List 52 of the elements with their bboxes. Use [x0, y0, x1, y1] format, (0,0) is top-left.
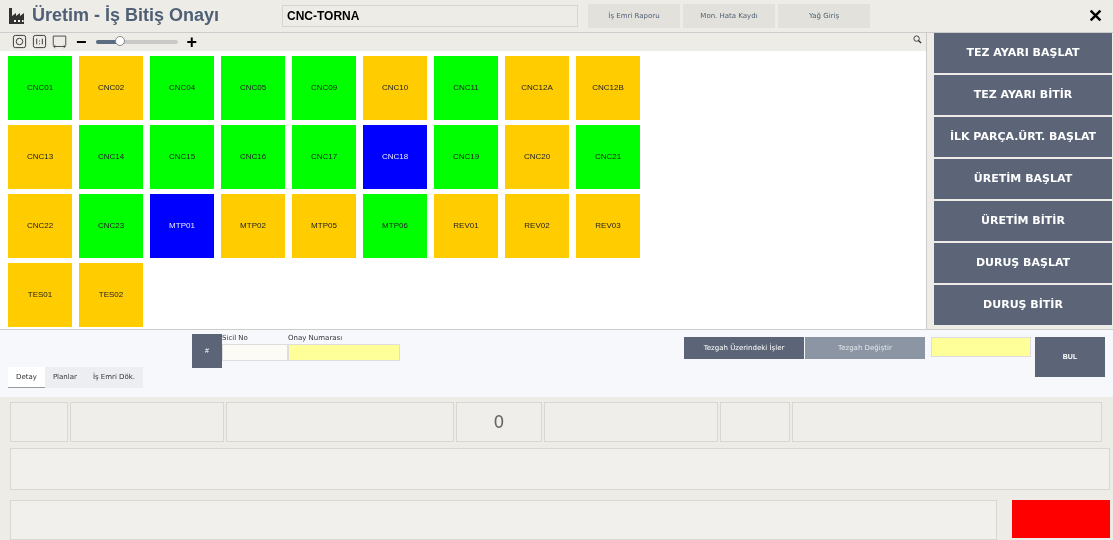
- summary-cell: [720, 402, 790, 443]
- machine-tile[interactable]: MTP01: [150, 193, 214, 258]
- summary-cell: 0: [456, 402, 542, 443]
- machine-tile[interactable]: REV02: [505, 193, 569, 258]
- machine-tile[interactable]: CNC23: [79, 193, 143, 258]
- machine-tile[interactable]: CNC19: [434, 124, 498, 189]
- machine-tile[interactable]: CNC18: [363, 124, 427, 189]
- close-button[interactable]: ✕: [1088, 4, 1103, 27]
- machine-tile[interactable]: CNC20: [505, 124, 569, 189]
- machine-tile[interactable]: REV01: [434, 193, 498, 258]
- window-title: Üretim - İş Bitiş Onayı: [32, 5, 221, 27]
- machine-tile[interactable]: CNC13: [8, 124, 72, 189]
- machine-tile[interactable]: CNC01: [8, 55, 72, 120]
- machine-tile[interactable]: CNC12A: [505, 55, 569, 120]
- machine-tile[interactable]: CNC11: [434, 55, 498, 120]
- search-icon[interactable]: [913, 34, 922, 44]
- fit-width-icon[interactable]: [52, 34, 67, 50]
- machine-tile[interactable]: CNC12B: [576, 55, 640, 120]
- machine-tile[interactable]: MTP02: [221, 193, 285, 258]
- action-button[interactable]: TEZ AYARI BİTİR: [934, 74, 1112, 115]
- zoom-in-button[interactable]: +: [182, 32, 202, 51]
- input-field[interactable]: [222, 343, 288, 361]
- machine-tile[interactable]: TES02: [79, 262, 143, 327]
- zoom-out-button[interactable]: −: [72, 32, 91, 51]
- machine-tile[interactable]: CNC09: [292, 55, 356, 120]
- machine-tile[interactable]: CNC04: [150, 55, 214, 120]
- machine-tile[interactable]: CNC02: [79, 55, 143, 120]
- summary-cell: [10, 402, 68, 443]
- machine-tile[interactable]: REV03: [576, 193, 640, 258]
- machine-tile[interactable]: MTP06: [363, 193, 427, 258]
- machine-tile[interactable]: CNC05: [221, 55, 285, 120]
- machine-tile[interactable]: CNC22: [8, 193, 72, 258]
- machine-tile[interactable]: MTP05: [292, 193, 356, 258]
- machine-tile[interactable]: CNC15: [150, 124, 214, 189]
- action-button[interactable]: TEZ AYARI BAŞLAT: [934, 32, 1112, 73]
- machine-tile[interactable]: CNC14: [79, 124, 143, 189]
- search-field[interactable]: [931, 336, 1031, 357]
- machine-tile[interactable]: CNC10: [363, 55, 427, 120]
- machine-tile[interactable]: CNC17: [292, 124, 356, 189]
- action-button[interactable]: ÜRETİM BAŞLAT: [934, 158, 1112, 199]
- actual-size-icon[interactable]: [32, 34, 47, 50]
- workcenter-field[interactable]: CNC-TORNA: [282, 4, 578, 27]
- action-button[interactable]: DURUŞ BİTİR: [934, 284, 1112, 325]
- fit-icon[interactable]: [12, 34, 27, 50]
- zoom-slider[interactable]: [95, 39, 178, 44]
- action-button[interactable]: DURUŞ BAŞLAT: [934, 242, 1112, 283]
- input-field[interactable]: [288, 343, 400, 361]
- action-button[interactable]: İLK PARÇA.ÜRT. BAŞLAT: [934, 116, 1112, 157]
- machine-tile[interactable]: TES01: [8, 262, 72, 327]
- machine-tile[interactable]: CNC21: [576, 124, 640, 189]
- action-button[interactable]: ÜRETİM BİTİR: [934, 200, 1112, 241]
- machine-tile[interactable]: CNC16: [221, 124, 285, 189]
